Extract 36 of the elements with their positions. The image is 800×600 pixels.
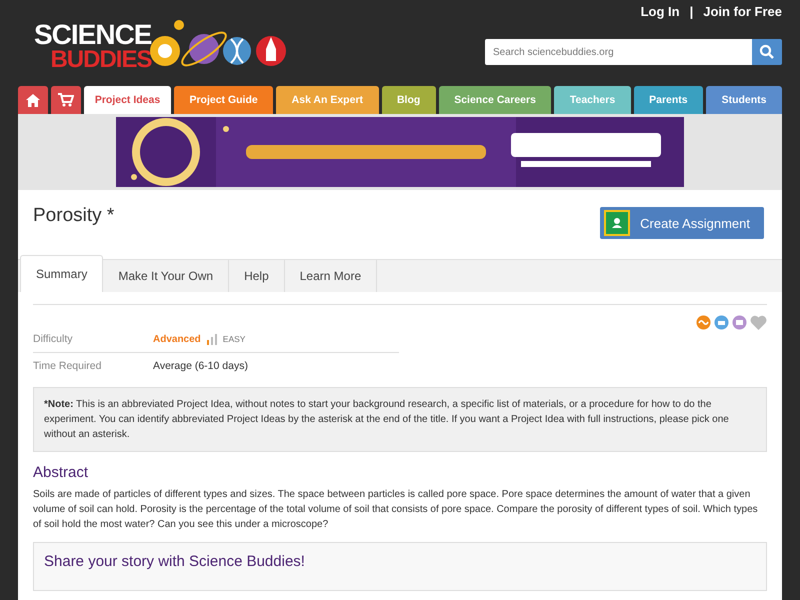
search-button[interactable]: [752, 39, 782, 65]
home-icon: [26, 94, 40, 106]
note-text: *Note: This is an abbreviated Project Idea, without notes to start your background research, a specific list of materials, or a procedure for how to do the experiment. You can identify abbreviated Project Ideas by the asterisk at the end of the title. If you want a Project Idea with full instructions, please pick one without an asterisk.: [44, 398, 730, 442]
nav-tab[interactable]: Project Ideas: [84, 86, 171, 114]
nav-tab[interactable]: Science Careers: [438, 86, 552, 114]
share-heading: Share your story with Science Buddies!: [44, 553, 306, 570]
cart-tab[interactable]: [51, 86, 81, 114]
nav-tab[interactable]: Ask An Expert: [276, 86, 378, 114]
difficulty-value: Advanced: [153, 334, 201, 344]
difficulty-note: EASY: [222, 334, 246, 344]
login-link[interactable]: Log In: [640, 4, 680, 19]
detail-label: Time Required: [33, 360, 102, 372]
search-field[interactable]: Search sciencebuddies.org: [485, 39, 752, 65]
classroom-icon: [604, 210, 630, 236]
abstract-heading: Abstract: [33, 464, 90, 481]
detail-value: Average (6-10 days): [153, 360, 248, 372]
abstract-text: Soils are made of particles of different types and sizes. The space between particles is called pore space. Pore space determines the amount of water that a given volume of soil can hold. Porosity is the percentage of the total volume of soil that consists of pore space. Compare the porosity of different types of soil. Which types of soil hold the most water? Can you see this under a microscope?: [33, 488, 759, 532]
nav-tab[interactable]: Students: [706, 86, 782, 114]
nav-tab[interactable]: Blog: [382, 86, 436, 114]
home-tab[interactable]: [18, 86, 48, 114]
detail-label: Difficulty: [33, 333, 74, 345]
share-icon[interactable]: [696, 315, 711, 330]
nav-tab[interactable]: Project Guide: [174, 86, 274, 114]
logo-text: SCIENCE: [34, 22, 152, 49]
page-title: Porosity *: [33, 205, 114, 227]
difficulty-bars-icon: [206, 334, 217, 344]
join-link[interactable]: Join for Free: [703, 4, 782, 19]
logo[interactable]: SCIENCE BUDDIES: [34, 0, 290, 86]
separator-text: |: [690, 4, 694, 19]
cart-icon: [58, 93, 74, 107]
search-icon: [759, 44, 775, 60]
create-assignment-button[interactable]: Create Assignment: [600, 207, 764, 239]
logo-text: BUDDIES: [49, 48, 152, 72]
tab[interactable]: Summary: [20, 255, 104, 292]
nav-tab[interactable]: Parents: [634, 86, 704, 114]
heart-icon[interactable]: [750, 315, 767, 330]
